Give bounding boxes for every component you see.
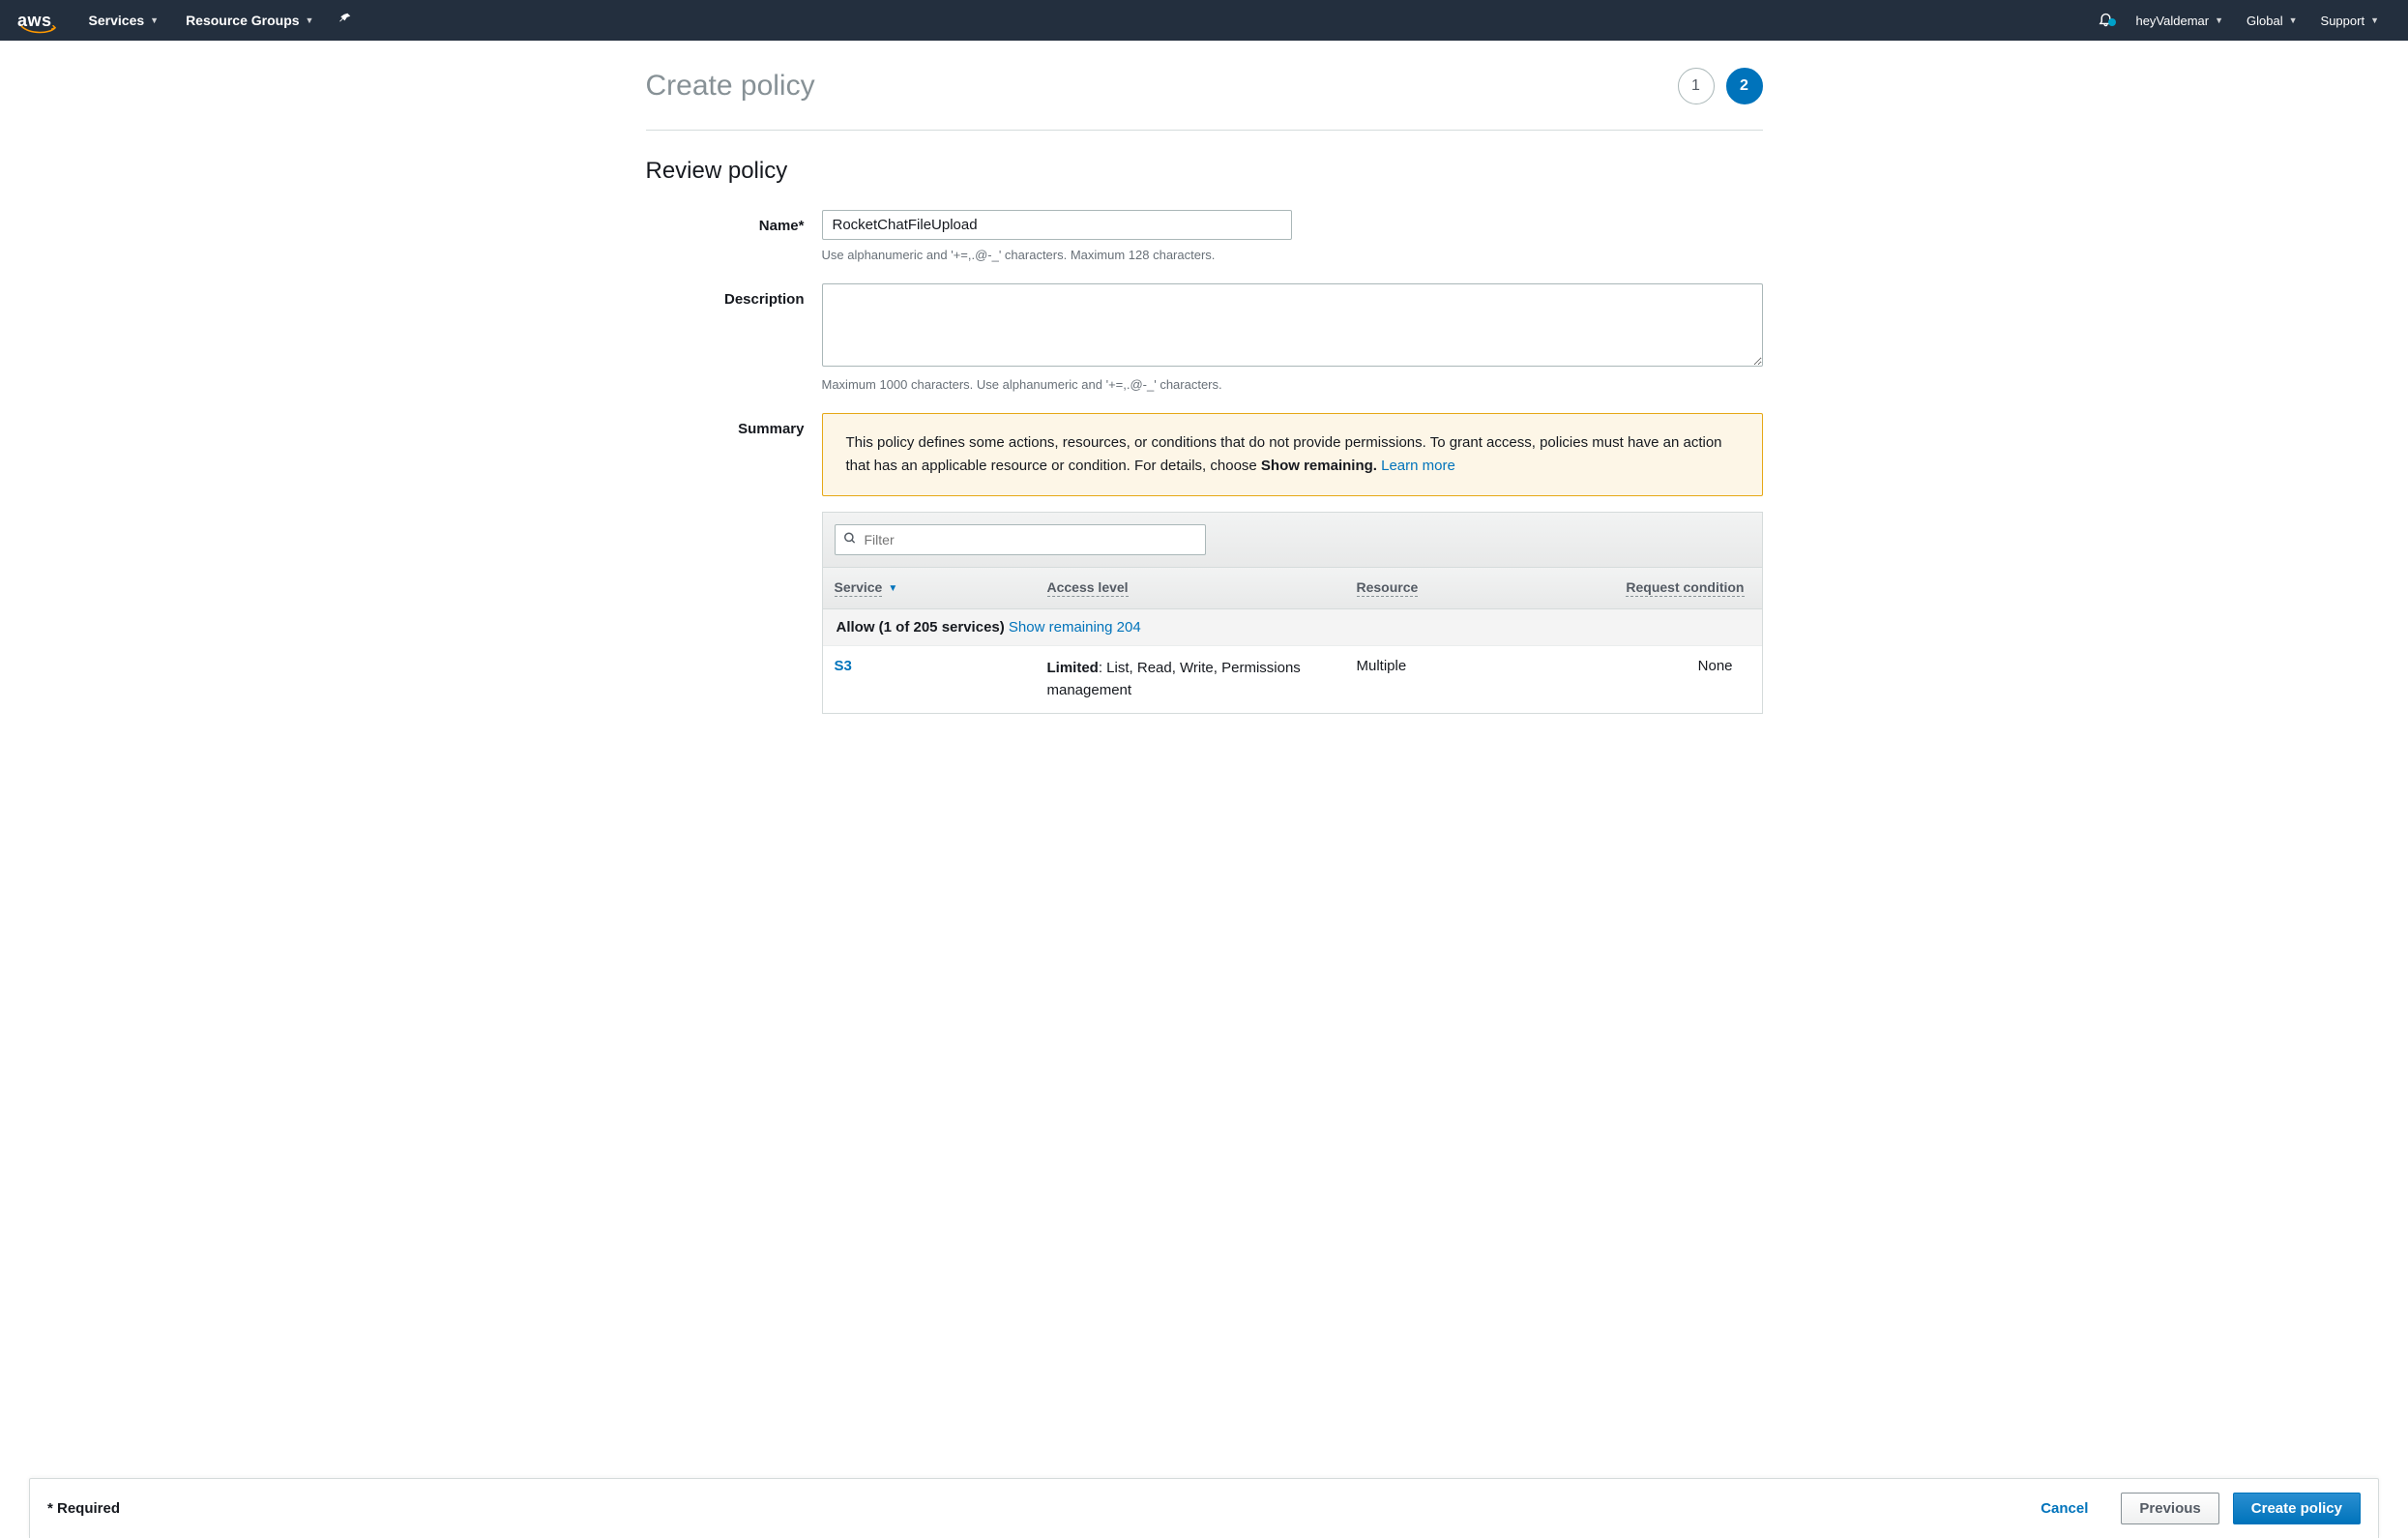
pin-icon[interactable] bbox=[327, 12, 364, 29]
resource-cell: Multiple bbox=[1357, 658, 1624, 701]
footer-bar: * Required Cancel Previous Create policy bbox=[29, 1478, 2379, 1538]
learn-more-link[interactable]: Learn more bbox=[1381, 458, 1455, 474]
summary-label: Summary bbox=[646, 413, 822, 714]
summary-warning-bold: Show remaining. bbox=[1261, 458, 1377, 474]
chevron-down-icon: ▼ bbox=[2370, 15, 2379, 25]
summary-table: Service ▼ Access level Resource Request … bbox=[822, 512, 1763, 714]
chevron-down-icon: ▼ bbox=[2215, 15, 2223, 25]
col-header-condition[interactable]: Request condition bbox=[1612, 568, 1762, 608]
allow-group-row: Allow (1 of 205 services) Show remaining… bbox=[823, 609, 1762, 646]
services-label: Services bbox=[89, 13, 145, 28]
description-label: Description bbox=[646, 283, 822, 392]
chevron-down-icon: ▼ bbox=[2289, 15, 2298, 25]
aws-logo[interactable]: aws bbox=[17, 11, 52, 31]
name-label: Name* bbox=[646, 210, 822, 262]
access-cell: Limited: List, Read, Write, Permissions … bbox=[1047, 658, 1357, 701]
name-input[interactable] bbox=[822, 210, 1292, 240]
col-header-resource[interactable]: Resource bbox=[1345, 568, 1612, 608]
sort-caret-icon: ▼ bbox=[888, 583, 897, 594]
show-remaining-link[interactable]: Show remaining 204 bbox=[1009, 619, 1141, 636]
col-header-condition-label: Request condition bbox=[1626, 579, 1744, 597]
col-header-service-label: Service bbox=[835, 579, 883, 597]
col-header-access[interactable]: Access level bbox=[1036, 568, 1345, 608]
required-note: * Required bbox=[47, 1500, 120, 1517]
chevron-down-icon: ▼ bbox=[150, 15, 159, 25]
region-label: Global bbox=[2246, 14, 2283, 28]
resource-groups-label: Resource Groups bbox=[186, 13, 299, 28]
step-1[interactable]: 1 bbox=[1678, 68, 1715, 104]
name-hint: Use alphanumeric and '+=,.@-_' character… bbox=[822, 248, 1763, 262]
service-link[interactable]: S3 bbox=[835, 658, 852, 674]
support-menu[interactable]: Support ▼ bbox=[2309, 0, 2391, 41]
wizard-steps: 1 2 bbox=[1678, 68, 1763, 104]
allow-group-label: Allow (1 of 205 services) bbox=[837, 619, 1009, 636]
chevron-down-icon: ▼ bbox=[306, 15, 314, 25]
col-header-access-label: Access level bbox=[1047, 579, 1129, 597]
notification-dot bbox=[2108, 18, 2116, 26]
create-policy-button[interactable]: Create policy bbox=[2233, 1493, 2361, 1524]
table-row: S3 Limited: List, Read, Write, Permissio… bbox=[823, 646, 1762, 713]
description-hint: Maximum 1000 characters. Use alphanumeri… bbox=[822, 377, 1763, 392]
search-icon bbox=[843, 532, 857, 548]
previous-button[interactable]: Previous bbox=[2121, 1493, 2218, 1524]
filter-input[interactable] bbox=[836, 525, 1205, 554]
region-menu[interactable]: Global ▼ bbox=[2235, 0, 2309, 41]
account-label: heyValdemar bbox=[2135, 14, 2209, 28]
support-label: Support bbox=[2321, 14, 2365, 28]
description-textarea[interactable] bbox=[822, 283, 1763, 367]
col-header-service[interactable]: Service ▼ bbox=[823, 568, 1036, 608]
col-header-resource-label: Resource bbox=[1357, 579, 1419, 597]
summary-warning: This policy defines some actions, resour… bbox=[822, 413, 1763, 496]
services-menu[interactable]: Services ▼ bbox=[75, 0, 173, 41]
account-menu[interactable]: heyValdemar ▼ bbox=[2124, 0, 2235, 41]
topbar: aws Services ▼ Resource Groups ▼ heyVald… bbox=[0, 0, 2408, 41]
divider bbox=[646, 130, 1763, 131]
aws-swoosh-icon bbox=[20, 25, 59, 35]
resource-groups-menu[interactable]: Resource Groups ▼ bbox=[172, 0, 327, 41]
cancel-button[interactable]: Cancel bbox=[2023, 1494, 2105, 1523]
page-title: Create policy bbox=[646, 70, 815, 103]
notifications-button[interactable] bbox=[2088, 11, 2124, 30]
access-bold: Limited bbox=[1047, 660, 1099, 676]
step-2[interactable]: 2 bbox=[1726, 68, 1763, 104]
condition-cell: None bbox=[1624, 658, 1750, 701]
section-title: Review policy bbox=[646, 158, 1763, 185]
